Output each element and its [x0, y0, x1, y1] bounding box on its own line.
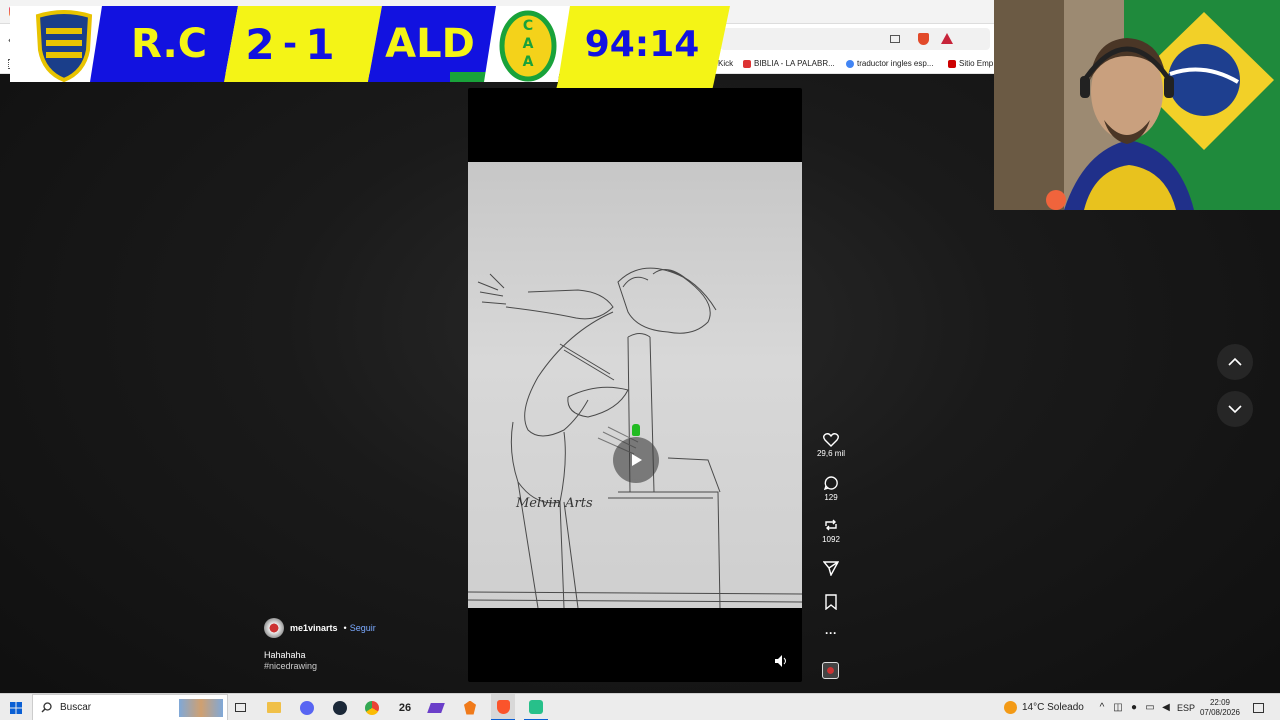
match-clock: 94:14 — [584, 23, 700, 65]
repost-button[interactable]: 1092 — [816, 517, 846, 544]
wifi-icon[interactable]: ▭ — [1143, 694, 1157, 720]
file-explorer-button[interactable] — [264, 694, 284, 720]
follow-button[interactable]: Seguir — [350, 623, 376, 633]
audio-thumbnail[interactable] — [822, 662, 839, 679]
webcam-feed — [994, 0, 1280, 210]
home-team-crest — [32, 10, 96, 83]
microphone-icon[interactable]: ● — [1128, 694, 1140, 720]
drawing-signature: Melvin Arts — [516, 496, 593, 511]
avatar[interactable] — [264, 618, 284, 638]
drawing-lines — [468, 267, 802, 608]
previous-reel-button[interactable] — [1217, 344, 1253, 380]
windows-icon — [10, 701, 22, 714]
home-team-name: R.C — [130, 21, 208, 67]
more-button[interactable]: ··· — [816, 626, 846, 640]
play-icon — [632, 454, 642, 466]
obs-app-button[interactable] — [524, 694, 548, 720]
fox-icon — [464, 700, 476, 715]
search-placeholder: Buscar — [60, 702, 92, 713]
clock-time: 22:09 — [1209, 697, 1231, 707]
folder-icon — [267, 702, 281, 713]
caption-text: Hahahaha — [264, 650, 306, 660]
steam-button[interactable] — [330, 694, 350, 720]
bookmark-favicon — [948, 59, 956, 68]
away-team-crest: C A A — [498, 10, 558, 82]
chrome-icon — [365, 700, 379, 715]
volume-button[interactable] — [774, 654, 790, 670]
next-reel-button[interactable] — [1217, 391, 1253, 427]
away-team-name: ALD — [385, 21, 475, 67]
speaker-icon[interactable]: ◀ — [1159, 694, 1173, 720]
discord-icon — [300, 700, 314, 715]
reel-video[interactable]: Melvin Arts — [468, 88, 802, 682]
comment-count: 129 — [824, 493, 838, 502]
stage: ‹ Kick BIBLIA - LA PALABR... traductor i… — [0, 0, 1280, 720]
chevron-down-icon — [1228, 405, 1242, 414]
rewards-icon[interactable] — [941, 33, 953, 44]
language-indicator[interactable]: ESP — [1176, 694, 1196, 720]
save-button[interactable] — [816, 594, 846, 612]
app-icon — [427, 702, 445, 713]
chevron-up-tray-icon[interactable]: ^ — [1095, 694, 1109, 720]
search-icon — [41, 702, 52, 713]
task-view-button[interactable] — [230, 694, 250, 720]
bookmark-biblia[interactable]: BIBLIA - LA PALABR... — [743, 59, 835, 68]
task-view-icon — [234, 703, 246, 712]
like-button[interactable]: 29,6 mil — [816, 432, 846, 458]
chrome-button[interactable] — [362, 694, 382, 720]
app-green-icon — [529, 699, 543, 714]
clock-date: 07/08/2026 — [1199, 707, 1241, 717]
home-score: 2 — [245, 19, 275, 69]
bookmark-favicon — [743, 59, 751, 68]
steam-icon — [333, 700, 347, 715]
bookmark-traductor[interactable]: traductor ingles esp... — [846, 59, 933, 68]
sun-icon — [1003, 701, 1017, 714]
share-button[interactable] — [816, 560, 846, 578]
score-separator: - — [282, 24, 298, 64]
comment-icon — [823, 476, 838, 491]
windows-taskbar: Buscar 26 14°C Soleado ^ ◫ ● ▭ ◀ ESP 22:… — [0, 693, 1280, 720]
bookmark-icon — [825, 594, 837, 610]
app-26-button[interactable]: 26 — [394, 694, 416, 720]
play-button[interactable] — [613, 437, 659, 483]
discord-button[interactable] — [297, 694, 317, 720]
heart-icon — [823, 433, 839, 447]
mouse-cursor — [632, 424, 640, 436]
start-button[interactable] — [4, 694, 28, 720]
more-icon: ··· — [825, 626, 837, 640]
weather-text[interactable]: 14°C Soleado — [1022, 694, 1086, 720]
volume-icon — [775, 655, 786, 667]
brave-shield-icon[interactable] — [918, 33, 929, 45]
scoreboard: R.C 2 - 1 ALD C A A 94:14 + 4 — [10, 6, 730, 152]
chevron-up-icon — [1228, 357, 1242, 366]
username[interactable]: me1vinarts — [290, 623, 338, 633]
comment-button[interactable]: 129 — [816, 475, 846, 502]
away-score: 1 — [305, 19, 335, 69]
pencil-drawing: Melvin Arts — [468, 162, 802, 608]
gitkraken-button[interactable] — [460, 694, 480, 720]
screenshot-icon[interactable] — [890, 35, 900, 43]
bookmark-sitio[interactable]: Sitio Emp — [948, 59, 993, 68]
follow-separator: • — [343, 623, 347, 633]
repost-count: 1092 — [822, 535, 840, 544]
clock[interactable]: 22:09 07/08/2026 — [1198, 694, 1242, 720]
weather-button[interactable] — [1002, 694, 1018, 720]
brave-button[interactable] — [491, 694, 515, 720]
google-icon — [846, 59, 854, 68]
taskbar-search-box[interactable]: Buscar — [32, 694, 228, 720]
share-icon — [823, 561, 839, 576]
notification-icon — [1252, 702, 1264, 713]
brave-icon — [496, 699, 510, 714]
repost-icon — [825, 519, 837, 531]
post-caption: me1vinarts • Seguir Hahahaha #nicedrawin… — [264, 618, 464, 671]
webcam-overlay — [994, 0, 1280, 210]
network-icon[interactable]: ◫ — [1112, 694, 1124, 720]
like-count: 29,6 mil — [816, 449, 845, 458]
hashtag[interactable]: #nicedrawing — [264, 661, 464, 671]
notifications-button[interactable] — [1250, 694, 1266, 720]
app-button[interactable] — [426, 694, 446, 720]
search-highlight-image — [179, 699, 223, 717]
